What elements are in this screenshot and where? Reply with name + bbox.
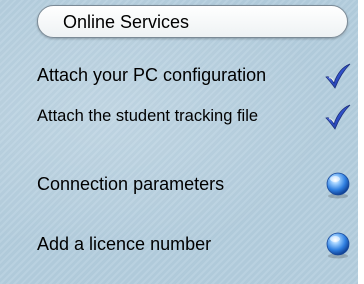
connection-parameters-label: Connection parameters [37,174,225,194]
attach-student-tracking-file-label: Attach the student tracking file [37,107,259,125]
attach-pc-configuration-label: Attach your PC configuration [37,65,267,85]
attach-student-tracking-file-item[interactable]: Attach the student tracking file [0,96,358,136]
checkmark-icon[interactable] [323,102,353,132]
attach-pc-configuration-item[interactable]: Attach your PC configuration [0,55,358,95]
online-services-panel: Online Services Attach your PC configura… [0,0,364,284]
online-services-title: Online Services [63,12,190,32]
blue-orb-icon[interactable] [323,170,353,200]
add-licence-number-label: Add a licence number [37,234,212,254]
blue-orb-icon[interactable] [323,230,353,260]
add-licence-number-item[interactable]: Add a licence number [0,224,358,264]
connection-parameters-item[interactable]: Connection parameters [0,164,358,204]
right-gutter [358,0,364,284]
checkmark-icon[interactable] [323,61,353,91]
